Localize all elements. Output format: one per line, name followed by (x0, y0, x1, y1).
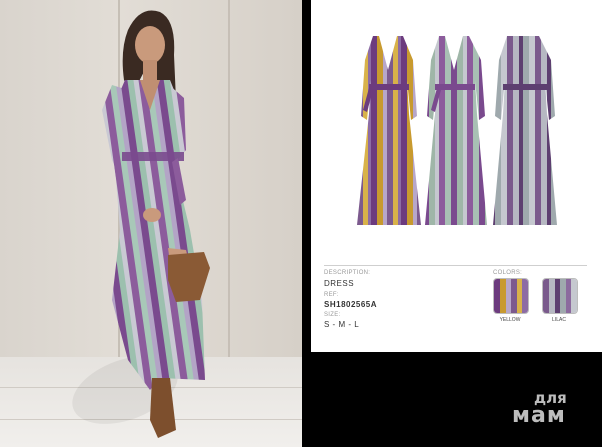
description-label: DESCRIPTION: (324, 270, 371, 276)
dress-lilac-back (493, 36, 557, 225)
dress-sage-front (425, 36, 487, 225)
colors-label: COLORS: (493, 270, 523, 276)
product-card: DESCRIPTION: DRESS REF: SH1802565A SIZE:… (311, 0, 602, 352)
model-photo (0, 0, 302, 447)
size-label: SIZE: (324, 312, 341, 318)
dress-flats (357, 36, 557, 225)
ref-value: SH1802565A (324, 300, 378, 309)
swatch-yellow[interactable] (493, 278, 529, 314)
watermark-logo: для мам (512, 391, 592, 428)
ref-label: REF: (324, 292, 339, 298)
watermark-line2: мам (512, 402, 566, 428)
dress-yellow-front (357, 36, 421, 225)
size-value: S - M - L (324, 320, 360, 329)
model-figure (102, 10, 210, 438)
swatch-lilac-label: LILAC (552, 317, 566, 323)
swatch-lilac[interactable] (542, 278, 578, 314)
swatch-yellow-label: YELLOW (499, 317, 521, 323)
description-value: DRESS (324, 279, 355, 288)
swatch-yellow-pattern (494, 279, 528, 313)
divider (324, 265, 587, 266)
swatch-lilac-pattern (543, 279, 577, 313)
